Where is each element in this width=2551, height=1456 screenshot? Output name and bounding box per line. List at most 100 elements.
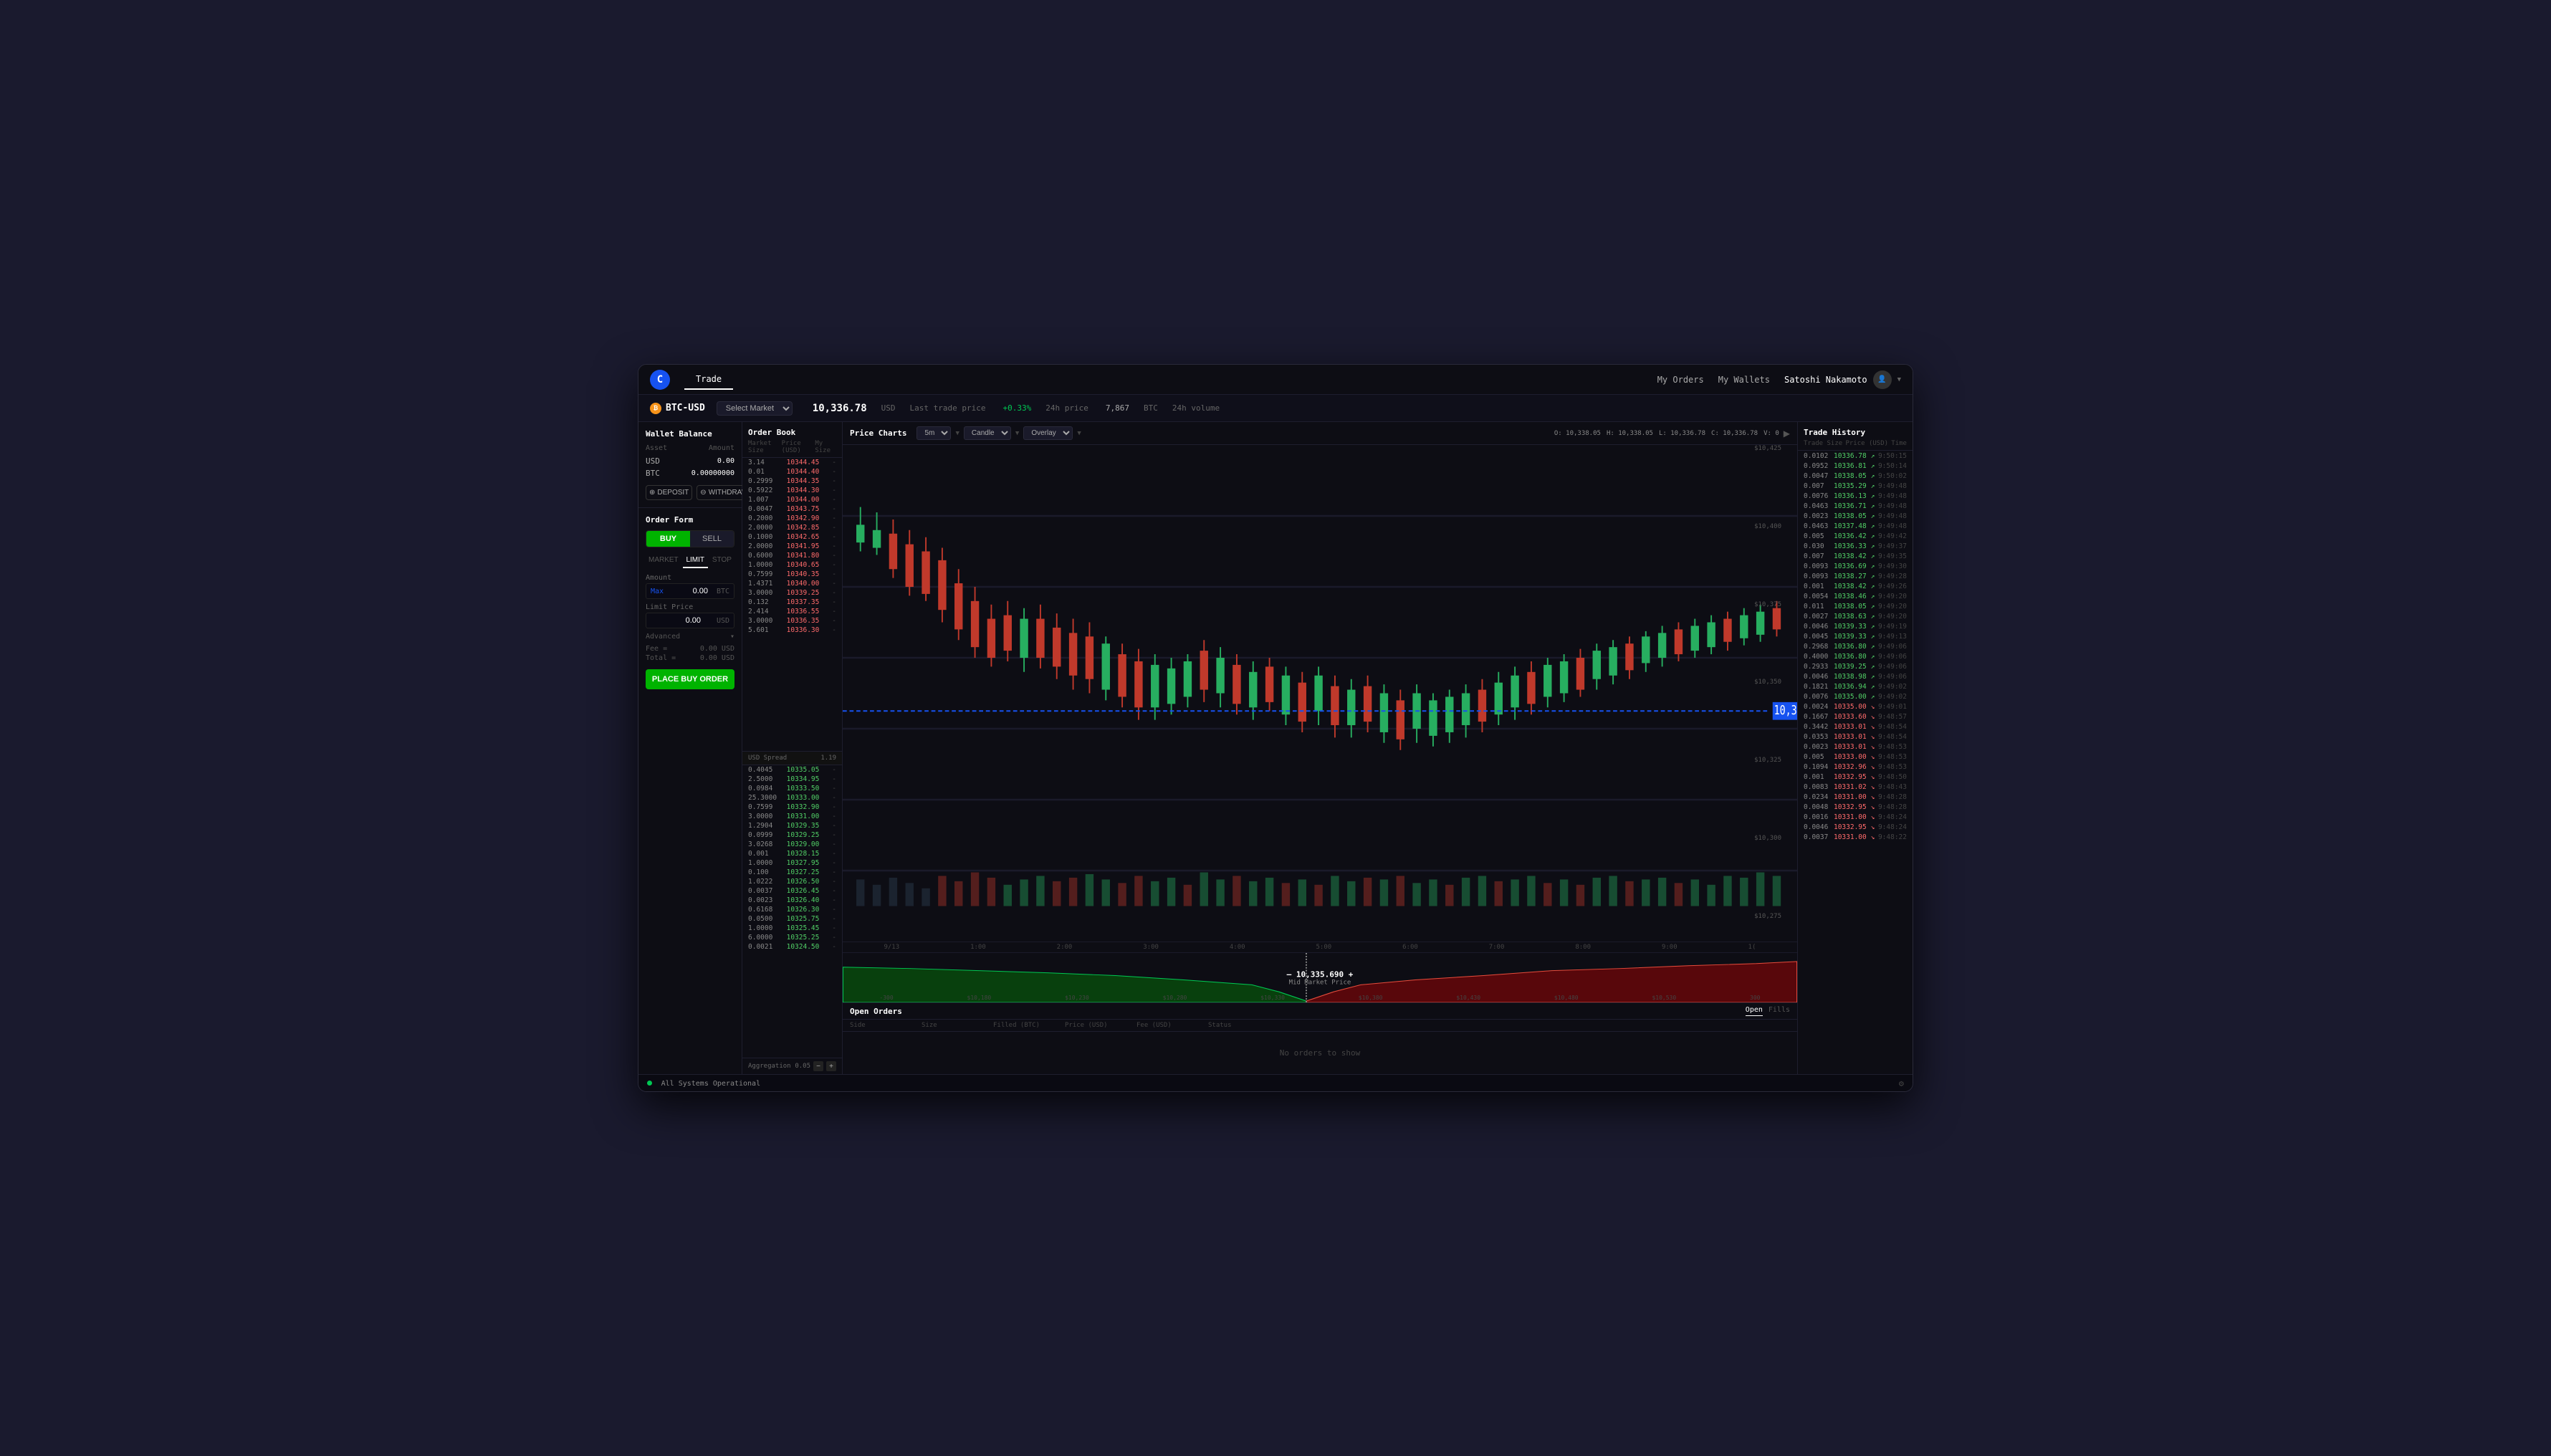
trade-row: 0.008310331.02 ↘9:48:43 (1798, 782, 1913, 792)
wallet-row: BTC 0.00000000 (646, 467, 734, 479)
place-order-button[interactable]: PLACE BUY ORDER (646, 669, 734, 689)
type-limit[interactable]: LIMIT (683, 553, 708, 568)
trade-time: 9:49:48 (1878, 522, 1907, 530)
trade-time: 9:49:26 (1878, 583, 1907, 590)
trade-price: 10332.95 ↘ (1834, 823, 1877, 831)
amount-label: Amount (646, 574, 734, 582)
candle-type-select[interactable]: Candle (964, 426, 1011, 440)
bid-price: 10332.90 (785, 803, 821, 811)
depth-label: -300 (879, 995, 893, 1001)
pair-info: ₿ BTC-USD (650, 403, 705, 414)
ask-row: 1.437110340.00- (742, 579, 842, 588)
trade-price: 10338.42 ↗ (1834, 552, 1877, 560)
timeframe-select[interactable]: 5m (916, 426, 951, 440)
depth-price-labels: -300 $10,180 $10,230 $10,280 $10,330 $10… (843, 995, 1797, 1001)
trade-history-rows: 0.010210336.78 ↗9:50:150.095210336.81 ↗9… (1798, 451, 1913, 1074)
trade-time: 9:48:57 (1878, 713, 1907, 721)
trade-row: 0.293310339.25 ↗9:49:06 (1798, 661, 1913, 671)
trade-price: 10331.00 ↘ (1834, 813, 1877, 821)
open-orders-section: Open Orders Open Fills Side Size Filled … (843, 1002, 1797, 1074)
aggregation-decrease[interactable]: − (813, 1061, 823, 1071)
ask-my-size: - (829, 542, 836, 550)
trade-size: 0.0046 (1804, 623, 1832, 631)
ask-size: 0.6000 (748, 552, 777, 560)
buy-button[interactable]: BUY (646, 531, 690, 547)
oo-tab-open[interactable]: Open (1746, 1006, 1763, 1016)
depth-label: $10,180 (967, 995, 992, 1001)
deposit-button[interactable]: ⊕ DEPOSIT (646, 485, 692, 500)
trade-history-col-headers: Trade Size Price (USD) Time (1804, 440, 1907, 447)
bid-my-size: - (829, 859, 836, 867)
minus-icon: ⊖ (700, 489, 706, 497)
nav-my-wallets[interactable]: My Wallets (1718, 375, 1770, 385)
nav-tab-trade[interactable]: Trade (684, 370, 733, 390)
sell-button[interactable]: SELL (690, 531, 734, 547)
trade-price: 10336.80 ↗ (1834, 643, 1877, 651)
trade-time: 9:49:13 (1878, 633, 1907, 641)
order-form-title: Order Form (646, 515, 734, 525)
limit-price-label: Limit Price (646, 603, 734, 611)
depth-label: $10,430 (1456, 995, 1480, 1001)
oo-tab-fills[interactable]: Fills (1769, 1006, 1790, 1016)
ask-row: 0.200010342.90- (742, 514, 842, 523)
limit-price-input[interactable] (651, 616, 701, 625)
max-link[interactable]: Max (651, 588, 664, 595)
trade-price: 10333.01 ↘ (1834, 743, 1877, 751)
trade-history-header: Trade History Trade Size Price (USD) Tim… (1798, 422, 1913, 451)
nav-tabs: Trade (684, 370, 1657, 390)
bid-my-size: - (829, 896, 836, 904)
trade-row: 0.002710338.63 ↗9:49:20 (1798, 611, 1913, 621)
type-market[interactable]: MARKET (646, 553, 681, 568)
time-label: 2:00 (1057, 944, 1073, 951)
trade-size: 0.0023 (1804, 512, 1832, 520)
advanced-toggle[interactable]: Advanced ▾ (646, 633, 734, 641)
oo-col-status: Status (1208, 1022, 1265, 1029)
last-price: 10,336.78 (813, 403, 867, 414)
ob-col-market-size: Market Size (748, 440, 782, 454)
bid-row: 0.003710326.45- (742, 886, 842, 896)
amount-input[interactable] (672, 587, 708, 595)
trade-row: 0.00710338.42 ↗9:49:35 (1798, 551, 1913, 561)
trade-time: 9:49:06 (1878, 653, 1907, 661)
bid-row: 1.290410329.35- (742, 821, 842, 830)
ask-my-size: - (829, 589, 836, 597)
trade-row: 0.00110332.95 ↘9:48:50 (1798, 772, 1913, 782)
market-select[interactable]: Select Market (717, 401, 793, 416)
ask-my-size: - (829, 626, 836, 634)
oo-col-size: Size (922, 1022, 979, 1029)
aggregation-increase[interactable]: + (826, 1061, 836, 1071)
trade-time: 9:50:15 (1878, 452, 1907, 460)
ask-my-size: - (829, 533, 836, 541)
aggregation-label: Aggregation (748, 1063, 791, 1070)
trade-row: 0.00110338.42 ↗9:49:26 (1798, 581, 1913, 591)
trade-size: 0.0024 (1804, 703, 1832, 711)
trade-row: 0.035310333.01 ↘9:48:54 (1798, 732, 1913, 742)
ask-my-size: - (829, 459, 836, 466)
trade-time: 9:48:54 (1878, 723, 1907, 731)
trade-price: 10336.69 ↗ (1834, 562, 1877, 570)
ask-price: 10339.25 (785, 589, 821, 597)
oo-col-fee: Fee (USD) (1136, 1022, 1194, 1029)
bid-size: 0.100 (748, 868, 777, 876)
wallet-actions: ⊕ DEPOSIT ⊖ WITHDRAW (646, 485, 734, 500)
trade-size: 0.0353 (1804, 733, 1832, 741)
chevron-down-icon: ▼ (955, 430, 959, 437)
trade-price: 10331.00 ↘ (1834, 793, 1877, 801)
type-stop[interactable]: STOP (709, 553, 734, 568)
user-section[interactable]: Satoshi Nakamoto 👤 ▼ (1784, 370, 1901, 389)
trade-time: 9:49:06 (1878, 673, 1907, 681)
nav-my-orders[interactable]: My Orders (1657, 375, 1704, 385)
trade-price: 10338.27 ↗ (1834, 573, 1877, 580)
time-label: 7:00 (1489, 944, 1505, 951)
ask-my-size: - (829, 505, 836, 513)
time-label: 9/13 (884, 944, 899, 951)
wallet-col-asset: Asset (646, 444, 667, 452)
overlay-select[interactable]: Overlay (1023, 426, 1073, 440)
chart-play-button[interactable]: ▶ (1784, 428, 1790, 439)
settings-icon[interactable]: ⚙ (1899, 1078, 1904, 1088)
order-book: Order Book Market Size Price (USD) My Si… (742, 422, 843, 1074)
trade-size: 0.030 (1804, 542, 1832, 550)
depth-chart: ― 10,335.690 + Mid Market Price -300 $10… (843, 952, 1797, 1002)
open-orders-header: Open Orders Open Fills (843, 1003, 1797, 1020)
bid-price: 10325.45 (785, 924, 821, 932)
